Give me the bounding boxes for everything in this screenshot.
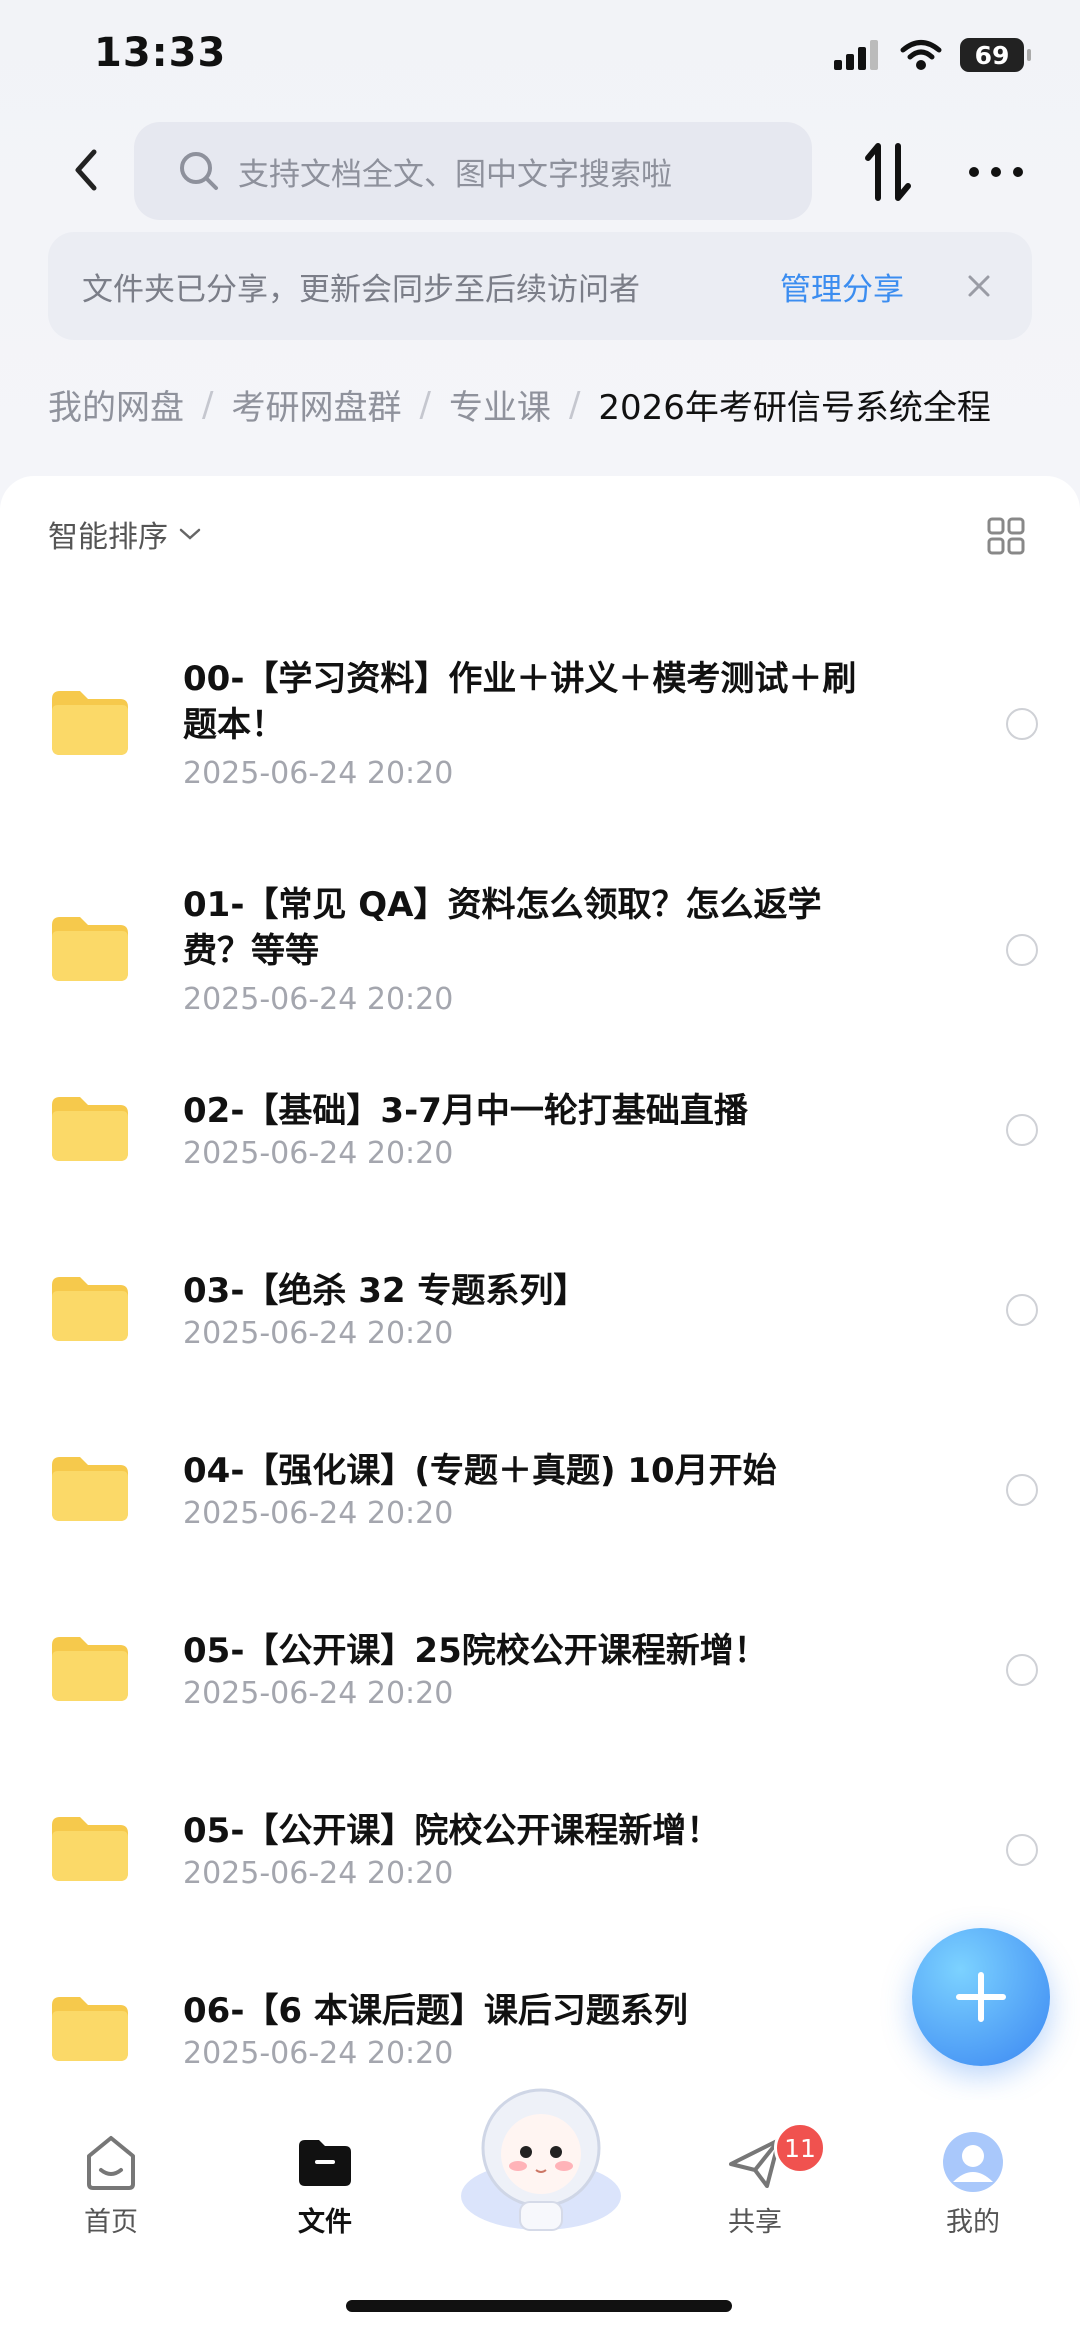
tab-label: 文件	[298, 2207, 352, 2238]
breadcrumb-separator: /	[568, 384, 581, 425]
status-time: 13:33	[94, 30, 227, 76]
folder-icon	[52, 1457, 128, 1521]
breadcrumb-separator: /	[202, 384, 214, 425]
file-date: 2025-06-24 20:20	[183, 1676, 454, 1711]
select-radio[interactable]	[1006, 934, 1038, 966]
file-date: 2025-06-24 20:20	[183, 1496, 454, 1531]
folder-icon	[52, 1997, 128, 2061]
file-date: 2025-06-24 20:20	[183, 1316, 454, 1351]
file-list-item[interactable]: 01-【常见 QA】资料怎么领取？怎么返学费？等等 2025-06-24 20:2…	[0, 858, 1080, 1038]
file-title: 01-【常见 QA】资料怎么领取？怎么返学费？等等	[183, 885, 822, 971]
breadcrumb-separator: /	[419, 384, 431, 425]
file-list-item[interactable]: 05-【公开课】院校公开课程新增！ 2025-06-24 20:20	[0, 1784, 1080, 1964]
search-placeholder: 支持文档全文、图中文字搜索啦	[238, 156, 672, 193]
file-title: 00-【学习资料】作业＋讲义＋模考测试＋刷题本！	[183, 659, 857, 745]
tab-profile[interactable]: 我的	[898, 2130, 1048, 2239]
battery-indicator: 69	[960, 38, 1031, 72]
breadcrumb-item[interactable]: 考研网盘群	[231, 380, 401, 429]
more-options-icon[interactable]	[968, 160, 1024, 184]
close-icon[interactable]	[964, 271, 994, 301]
folder-icon	[52, 691, 128, 755]
select-radio[interactable]	[1006, 1474, 1038, 1506]
status-icons: 69	[834, 38, 1031, 72]
breadcrumb-item[interactable]: 我的网盘	[48, 380, 184, 429]
file-list-item[interactable]: 02-【基础】3-7月中一轮打基础直播 2025-06-24 20:20	[0, 1064, 1080, 1244]
breadcrumb: 我的网盘 / 考研网盘群 / 专业课 / 2026年考研信号系统全程	[48, 380, 991, 429]
tab-label: 我的	[946, 2207, 1000, 2238]
tab-label: 首页	[84, 2207, 138, 2238]
folder-icon	[52, 1097, 128, 1161]
file-date: 2025-06-24 20:20	[183, 1856, 454, 1891]
folder-icon	[52, 917, 128, 981]
plus-icon	[956, 1972, 1006, 2022]
search-icon	[180, 152, 218, 190]
file-date: 2025-06-24 20:20	[183, 1136, 454, 1171]
share-banner: 文件夹已分享，更新会同步至后续访问者 管理分享	[48, 232, 1032, 340]
file-title: 06-【6 本课后题】课后习题系列	[183, 1991, 688, 2031]
share-banner-text: 文件夹已分享，更新会同步至后续访问者	[82, 271, 640, 308]
cellular-signal-icon	[834, 40, 878, 70]
grid-view-icon[interactable]	[986, 516, 1026, 556]
file-list-item[interactable]: 00-【学习资料】作业＋讲义＋模考测试＋刷题本！ 2025-06-24 20:20	[0, 632, 1080, 812]
select-radio[interactable]	[1006, 708, 1038, 740]
share-notification-badge: 11	[774, 2122, 826, 2174]
breadcrumb-item[interactable]: 专业课	[449, 380, 551, 429]
breadcrumb-current: 2026年考研信号系统全程	[598, 388, 991, 428]
folder-icon	[52, 1277, 128, 1341]
file-list-item[interactable]: 04-【强化课】(专题＋真题) 10月开始 2025-06-24 20:20	[0, 1424, 1080, 1604]
sort-toggle-icon[interactable]	[858, 140, 918, 204]
sort-dropdown[interactable]: 智能排序	[48, 512, 202, 556]
home-icon	[87, 2136, 135, 2190]
folder-icon	[299, 2140, 351, 2186]
search-input[interactable]: 支持文档全文、图中文字搜索啦	[134, 122, 812, 220]
tab-files[interactable]: 文件	[250, 2130, 400, 2239]
wifi-icon	[900, 40, 942, 70]
home-indicator	[346, 2300, 732, 2312]
folder-icon	[52, 1817, 128, 1881]
file-title: 03-【绝杀 32 专题系列】	[183, 1271, 588, 1311]
select-radio[interactable]	[1006, 1834, 1038, 1866]
add-button[interactable]	[912, 1928, 1050, 2066]
tab-label: 共享	[728, 2207, 782, 2238]
file-title: 04-【强化课】(专题＋真题) 10月开始	[183, 1451, 777, 1491]
file-date: 2025-06-24 20:20	[183, 982, 454, 1017]
file-list-item[interactable]: 03-【绝杀 32 专题系列】 2025-06-24 20:20	[0, 1244, 1080, 1424]
folder-icon	[52, 1637, 128, 1701]
back-arrow-icon[interactable]	[66, 140, 106, 200]
profile-icon	[943, 2132, 1003, 2192]
select-radio[interactable]	[1006, 1294, 1038, 1326]
file-title: 02-【基础】3-7月中一轮打基础直播	[183, 1091, 748, 1131]
chevron-down-icon	[179, 528, 201, 540]
file-list-item[interactable]: 05-【公开课】25院校公开课程新增！ 2025-06-24 20:20	[0, 1604, 1080, 1784]
file-title: 05-【公开课】25院校公开课程新增！	[183, 1631, 768, 1671]
mascot-assistant-button[interactable]	[446, 2078, 636, 2238]
mascot-icon	[461, 2088, 621, 2231]
manage-share-link[interactable]: 管理分享	[780, 264, 904, 309]
select-radio[interactable]	[1006, 1654, 1038, 1686]
tab-home[interactable]: 首页	[36, 2130, 186, 2239]
file-date: 2025-06-24 20:20	[183, 2036, 454, 2071]
sort-label: 智能排序	[48, 520, 168, 555]
file-date: 2025-06-24 20:20	[183, 756, 454, 791]
file-title: 05-【公开课】院校公开课程新增！	[183, 1811, 721, 1851]
select-radio[interactable]	[1006, 1114, 1038, 1146]
